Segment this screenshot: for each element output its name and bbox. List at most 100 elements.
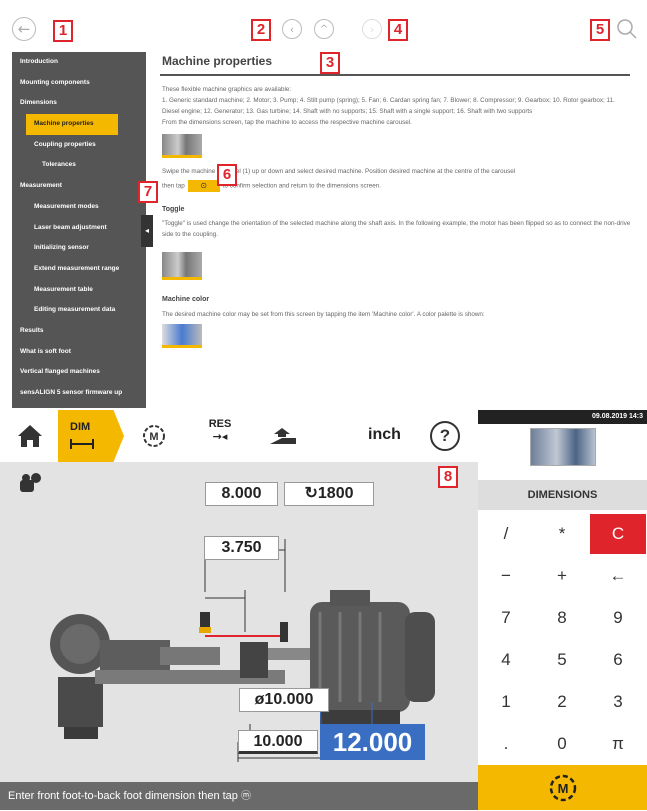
- sidebar-item[interactable]: Introduction: [12, 52, 146, 73]
- dim-arrow-icon: [70, 436, 94, 449]
- shim-icon[interactable]: [268, 424, 298, 448]
- measure-icon[interactable]: M: [140, 422, 168, 450]
- search-icon[interactable]: [615, 18, 637, 40]
- help-text: to confirm selection and return to the d…: [222, 182, 381, 190]
- res-tab-label: RES: [208, 418, 232, 430]
- sidebar-item[interactable]: What is soft foot: [12, 342, 146, 363]
- dim-tab-label: DIM: [70, 421, 91, 433]
- dimension-10[interactable]: 10.000: [238, 730, 318, 754]
- collapse-sidebar-button[interactable]: ◂: [141, 215, 153, 247]
- sidebar-item[interactable]: Editing measurement data: [12, 300, 146, 321]
- keypad-key[interactable]: 3: [590, 682, 646, 722]
- help-paragraph: These flexible machine graphics are avai…: [162, 86, 292, 93]
- back-arrow-icon[interactable]: ←: [12, 17, 36, 41]
- phone-date: 09.08.2019: [591, 413, 628, 420]
- home-icon[interactable]: [16, 422, 44, 450]
- sidebar-item[interactable]: Best practice: [12, 404, 146, 408]
- selected-dimension-12[interactable]: 12.000: [320, 724, 425, 760]
- color-thumbnail: [162, 324, 202, 348]
- help-paragraph: 1. Generic standard machine; 2. Motor; 3…: [162, 97, 615, 115]
- keypad-key[interactable]: /: [478, 514, 534, 554]
- help-text: then tap: [162, 182, 185, 190]
- sidebar-item[interactable]: Results: [12, 321, 146, 342]
- callout-1: 1: [53, 20, 73, 42]
- sidebar-item[interactable]: Measurement: [12, 176, 146, 197]
- up-page-button[interactable]: ^: [314, 19, 334, 39]
- keypad-key[interactable]: 7: [478, 598, 534, 638]
- rpm-icon: ↻: [304, 485, 318, 502]
- keypad-key[interactable]: *: [534, 514, 590, 554]
- help-content: Machine properties These flexible machin…: [160, 50, 640, 410]
- sidebar-item[interactable]: Measurement table: [12, 280, 146, 301]
- keypad-key[interactable]: 0: [534, 724, 590, 764]
- app-screen: DIM M RES →◂ inch ? 8.000 ↻1800 3.750 ø1…: [0, 410, 647, 810]
- keypad-key[interactable]: −: [478, 556, 534, 596]
- help-paragraph: The desired machine color may be set fro…: [162, 311, 485, 318]
- sidebar-item[interactable]: Tolerances: [12, 155, 146, 176]
- callout-4: 4: [388, 19, 408, 41]
- page-title: Machine properties: [160, 50, 630, 76]
- callout-6: 6: [217, 164, 237, 186]
- keypad-key[interactable]: 9: [590, 598, 646, 638]
- phone-status-bar: 09.08.2019 14:3: [478, 410, 647, 424]
- help-paragraph: "Toggle" is used change the orientation …: [162, 220, 631, 238]
- res-arrows-icon: →◂: [212, 430, 228, 443]
- keypad-key[interactable]: 1: [478, 682, 534, 722]
- coupling-diameter[interactable]: ø10.000: [239, 688, 329, 712]
- callout-5: 5: [590, 19, 610, 41]
- svg-text:M: M: [557, 781, 568, 796]
- machine-color-heading: Machine color: [162, 296, 210, 303]
- sidebar-item[interactable]: Vertical flanged machines: [12, 362, 146, 383]
- toggle-thumbnail: [162, 252, 202, 280]
- machine-preview[interactable]: [530, 428, 596, 466]
- callout-3: 3: [320, 52, 340, 74]
- keypad-key[interactable]: C: [590, 514, 646, 554]
- sidebar-item[interactable]: Dimensions: [12, 93, 146, 114]
- sidebar-item[interactable]: Initializing sensor: [12, 238, 146, 259]
- phone-time: 14:3: [628, 413, 643, 420]
- toolbar: DIM M RES →◂ inch ?: [0, 410, 478, 462]
- help-icon[interactable]: ?: [430, 421, 460, 451]
- measure-confirm-icon: M: [549, 774, 576, 802]
- confirm-check-icon: ⊙: [187, 180, 220, 192]
- sidebar-item[interactable]: Extend measurement range: [12, 259, 146, 280]
- callout-7: 7: [138, 181, 158, 203]
- previous-page-button[interactable]: ‹: [282, 19, 302, 39]
- status-bar: Enter front foot-to-back foot dimension …: [0, 782, 478, 810]
- next-page-button[interactable]: ›: [362, 19, 382, 39]
- dimension-3-75[interactable]: 3.750: [204, 536, 279, 560]
- rpm-value: 1800: [317, 485, 354, 502]
- keypad-key[interactable]: 2: [534, 682, 590, 722]
- sidebar-item[interactable]: Measurement modes: [12, 197, 146, 218]
- sidebar-item[interactable]: Laser beam adjustment: [12, 218, 146, 239]
- rpm-field[interactable]: ↻1800: [284, 482, 374, 506]
- sidebar-item[interactable]: Machine properties: [26, 114, 118, 135]
- keypad-key[interactable]: 5: [534, 640, 590, 680]
- help-sidebar: Introduction Mounting components Dimension…: [12, 52, 146, 408]
- callout-8: 8: [438, 466, 458, 488]
- keypad-key[interactable]: .: [478, 724, 534, 764]
- tab-res[interactable]: RES →◂: [205, 418, 235, 454]
- unit-label[interactable]: inch: [368, 426, 401, 444]
- dimension-8[interactable]: 8.000: [205, 482, 278, 506]
- toggle-heading: Toggle: [162, 206, 185, 213]
- sidebar-item[interactable]: Mounting components: [12, 73, 146, 94]
- keypad-key[interactable]: π: [590, 724, 646, 764]
- sidebar-item[interactable]: Coupling properties: [12, 135, 146, 156]
- keypad-key[interactable]: 4: [478, 640, 534, 680]
- measure-small-icon: ⓜ: [240, 791, 251, 802]
- confirm-measure-button[interactable]: M: [478, 765, 647, 810]
- keypad-key[interactable]: 6: [590, 640, 646, 680]
- keypad-title: DIMENSIONS: [478, 480, 647, 510]
- tab-dim[interactable]: DIM: [58, 410, 124, 462]
- help-paragraph: From the dimensions screen, tap the mach…: [162, 119, 412, 126]
- callout-2: 2: [251, 19, 271, 41]
- keypad-key[interactable]: ←: [590, 556, 646, 596]
- keypad-key[interactable]: +: [534, 556, 590, 596]
- status-text: Enter front foot-to-back foot dimension …: [8, 790, 238, 802]
- sidebar-item[interactable]: sensALIGN 5 sensor firmware up: [12, 383, 146, 404]
- machine-thumbnail: [162, 134, 202, 158]
- keypad-key[interactable]: 8: [534, 598, 590, 638]
- keypad-panel: 09.08.2019 14:3 DIMENSIONS / * C − + ← 7 8 9 4 5 6 1…: [478, 410, 647, 810]
- dimensions-canvas: 8.000 ↻1800 3.750 ø10.000 10.000 12.000: [0, 462, 478, 782]
